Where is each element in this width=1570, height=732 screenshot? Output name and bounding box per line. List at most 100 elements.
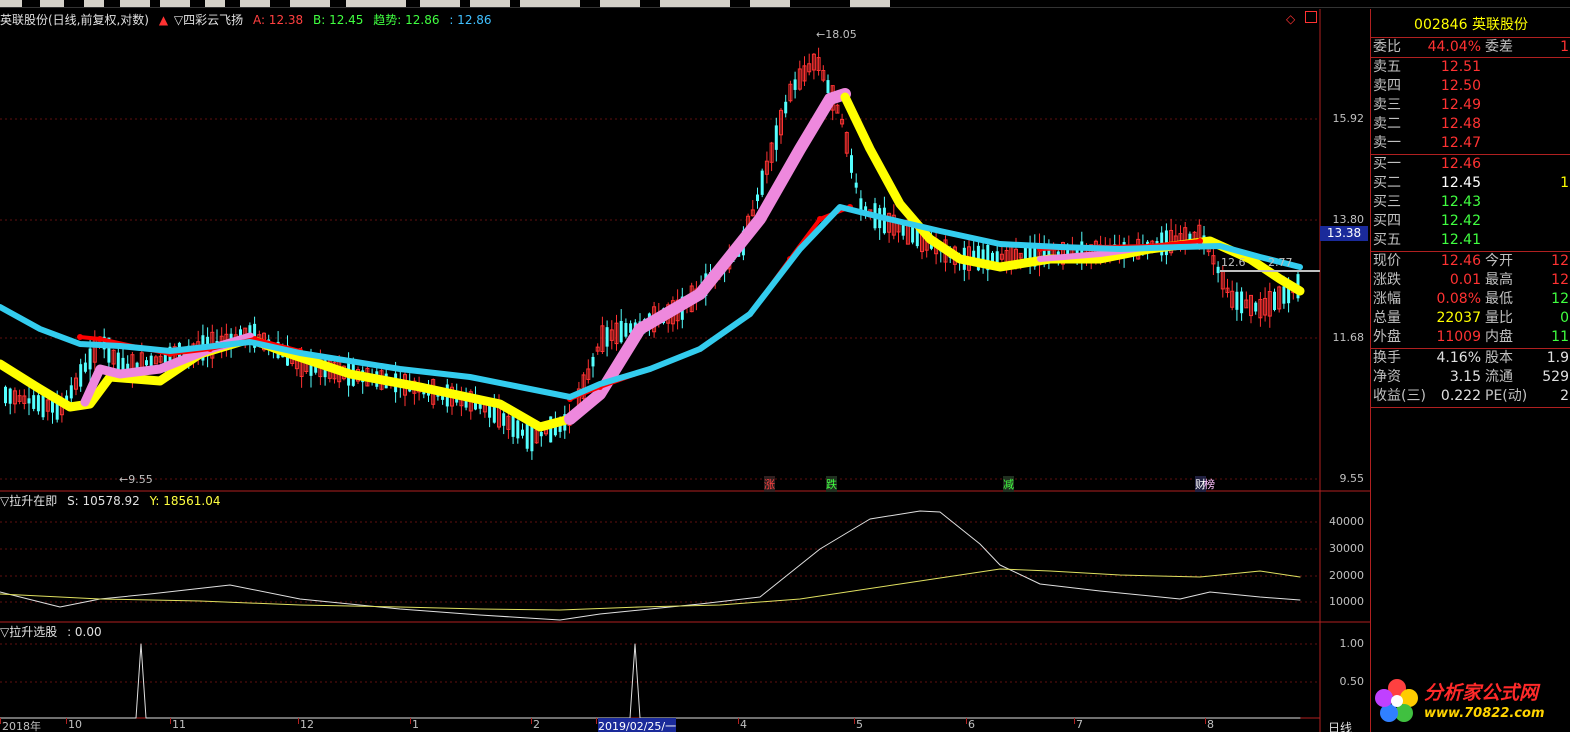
low-value: 9.55 [128,473,153,486]
candle-down [32,395,36,409]
jian-badge[interactable]: 减 [1003,476,1014,492]
stat-row-v1: 22037 [1436,310,1481,326]
menu-item[interactable] [470,0,510,7]
menu-item[interactable] [160,0,190,7]
menu-item[interactable] [520,0,580,7]
menu-item[interactable] [84,0,104,7]
stat-row: 涨跌 0.01 最高 12 [1371,271,1570,290]
date-tick [170,718,171,724]
menu-item[interactable] [600,0,640,7]
bang-badge[interactable]: 榜 [1204,476,1215,492]
menu-item[interactable] [346,0,406,7]
period-label[interactable]: 日线 [1328,719,1352,732]
up-arrow-icon: ▲ [158,13,169,27]
stat2-row-k1: 净资 [1373,369,1401,385]
candle-down [88,348,92,370]
sell-row-v1: 12.48 [1440,116,1481,132]
weicha-value: 1 [1560,39,1569,55]
date-axis-label: 2018年 [2,720,41,732]
menu-item[interactable] [40,0,64,7]
kline-chart[interactable] [0,9,1370,732]
date-axis-label: 12 [300,718,314,731]
cyan-line [0,204,1303,400]
date-axis-label: 4 [740,718,747,731]
buy-row-k1: 买一 [1373,156,1401,172]
diamond-icon[interactable]: ◇ [1286,12,1295,26]
candle-down [1254,302,1258,312]
vol-axis-label: 10000 [1329,595,1364,608]
menu-item[interactable] [120,0,150,7]
stat-row-k1: 现价 [1373,253,1401,269]
candle-down [36,395,40,412]
menu-item[interactable] [240,0,270,7]
stat-row-k2: 量比 [1485,310,1513,326]
candle-down [624,323,628,337]
stat-row-v2: 0 [1560,310,1569,326]
price-axis-label: 15.92 [1332,112,1365,125]
candle-down [760,170,764,195]
indicator-name: ▽四彩云飞扬 [173,13,244,27]
buy-row-k1: 买四 [1373,213,1401,229]
menu-item[interactable] [420,0,460,7]
pink-band [564,88,851,425]
date-axis-label: 5 [856,718,863,731]
stat2-row-v2: 529 [1542,369,1569,385]
sell-row-v1: 12.47 [1440,135,1481,151]
buy-row: 买一 12.46 [1371,155,1570,174]
sell-row-k1: 卖一 [1373,135,1401,151]
menu-item[interactable] [290,0,330,7]
date-tick [738,718,739,724]
stat-row-v2: 12 [1551,272,1569,288]
logo-url: www.70822.com [1424,706,1545,721]
a-value: A: 12.38 [252,13,304,27]
sub1-title: ▽拉升在即 [0,494,58,508]
stat-row-k1: 涨幅 [1373,291,1401,307]
buy-row-k1: 买五 [1373,232,1401,248]
menu-item[interactable] [660,0,730,7]
weibi-label: 委比 [1373,39,1401,55]
menu-item[interactable] [750,0,790,7]
stat2-row: 收益(三) 0.222 PE(动) 2 [1371,387,1570,406]
sell-row-k1: 卖五 [1373,59,1401,75]
chart-area[interactable]: 英联股份(日线,前复权,对数) ▲ ▽四彩云飞扬 A: 12.38 B: 12.… [0,9,1370,732]
stat-row: 外盘 11009 内盘 11 [1371,328,1570,347]
menu-item[interactable] [850,0,890,7]
date-tick [531,718,532,724]
date-tick [66,718,67,724]
zhang-badge[interactable]: 涨 [764,476,775,492]
site-logo: 分析家公式网 www.70822.com [1372,672,1568,730]
candle-down [591,356,595,367]
candle-down [530,426,534,452]
buy-row: 买五 12.41 [1371,231,1570,250]
sell-row: 卖四 12.50 [1371,77,1570,96]
stat-row-k1: 总量 [1373,310,1401,326]
menu-item[interactable] [0,0,22,7]
sell-row: 卖二 12.48 [1371,115,1570,134]
candle-down [1235,291,1239,310]
high-value: 18.05 [825,28,857,41]
menu-item[interactable] [205,0,225,7]
candle-down [539,431,543,437]
red-dot [97,336,103,342]
stat-row-k2: 内盘 [1485,329,1513,345]
stat2-row-v1: 4.16% [1436,350,1481,366]
candle-down [79,364,83,387]
sub1-s: S: 10578.92 [67,494,140,508]
stat-row: 涨幅 0.08% 最低 12 [1371,290,1570,309]
sell-row-k1: 卖二 [1373,116,1401,132]
buy-row-v1: 12.42 [1440,213,1481,229]
red-dot [77,334,83,340]
date-axis-label: 10 [68,718,82,731]
candle-down [991,252,994,262]
maximize-icon[interactable] [1305,11,1317,23]
sell-row-v1: 12.49 [1440,97,1481,113]
sub2-header: ▽拉升选股 : 0.00 [0,624,108,640]
buy-row-v1: 12.46 [1440,156,1481,172]
candle-down [774,125,778,150]
candle-down [521,429,524,436]
weibi-row: 委比 44.04% 委差 1 [1371,38,1570,57]
sub1-yellow-line [0,568,1301,611]
quote-panel: 002846 英联股份 委比 44.04% 委差 1 卖五 12.51 卖四 12.5… [1370,9,1570,732]
stat2-row-k1: 换手 [1373,350,1401,366]
die-badge[interactable]: 跌 [826,476,837,492]
